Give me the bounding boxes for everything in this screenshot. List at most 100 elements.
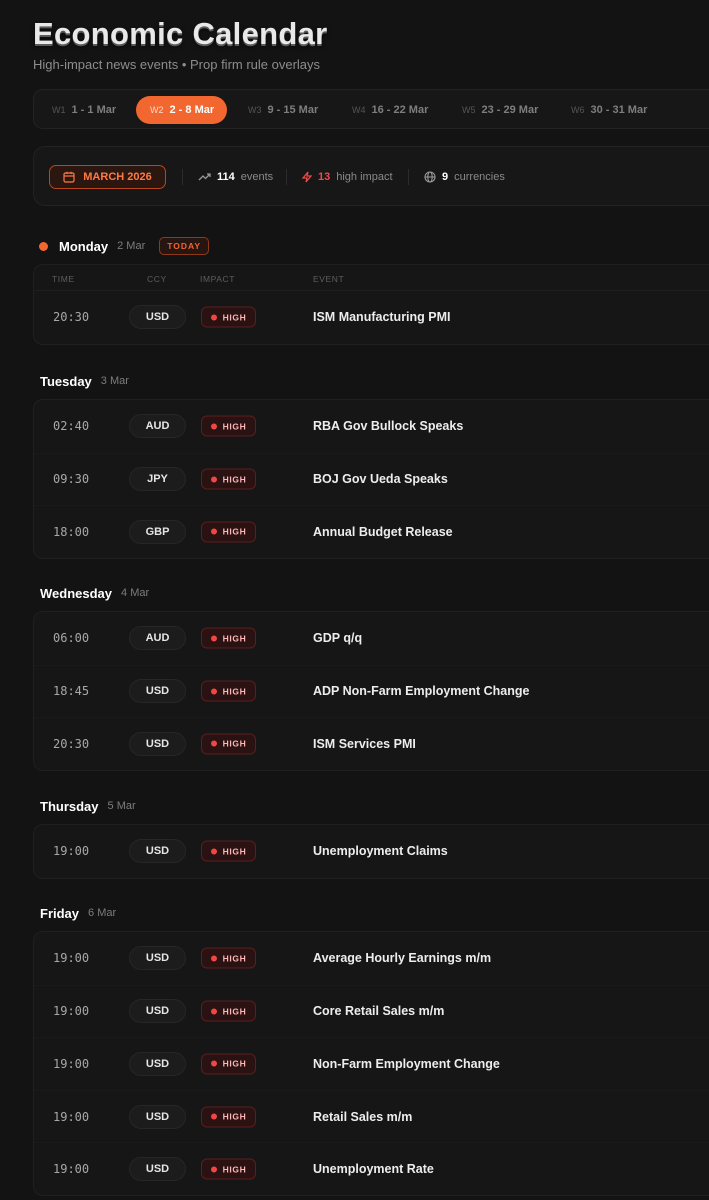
event-time: 19:00 xyxy=(53,1056,90,1071)
week-number: W5 xyxy=(462,105,476,115)
day-header-friday: Friday 6 Mar xyxy=(40,903,116,923)
event-row[interactable]: 18:45 USD HIGH ADP Non-Farm Employment C… xyxy=(34,664,709,718)
event-title: BOJ Gov Ueda Speaks xyxy=(313,472,448,487)
day-name: Monday xyxy=(59,238,109,254)
event-time: 18:00 xyxy=(53,524,90,539)
event-row[interactable]: 06:00 AUD HIGH GDP q/q xyxy=(34,612,709,665)
currency-badge: USD xyxy=(129,305,186,330)
impact-label: HIGH xyxy=(222,1058,247,1069)
impact-label: HIGH xyxy=(222,1006,247,1017)
day-name: Wednesday xyxy=(40,585,113,601)
week-number: W1 xyxy=(52,105,66,115)
events-table-tuesday: 02:40 AUD HIGH RBA Gov Bullock Speaks 09… xyxy=(33,399,709,559)
week-range: 23 - 29 Mar xyxy=(481,104,539,116)
impact-label: HIGH xyxy=(222,953,247,964)
table-header: TIME CCY IMPACT EVENT xyxy=(34,265,709,291)
impact-badge: HIGH xyxy=(201,306,256,328)
events-label: events xyxy=(240,171,274,183)
impact-dot-icon xyxy=(210,314,217,321)
event-title: ISM Manufacturing PMI xyxy=(313,310,451,325)
impact-label: HIGH xyxy=(222,421,247,432)
event-row[interactable]: 19:00 USD HIGH Core Retail Sales m/m xyxy=(34,984,709,1038)
event-row[interactable]: 20:30 USD HIGH ISM Manufacturing PMI xyxy=(34,291,709,344)
week-tab-2[interactable]: W2 2 - 8 Mar xyxy=(136,96,228,124)
impact-dot-icon xyxy=(210,1060,217,1067)
impact-badge: HIGH xyxy=(201,840,256,862)
event-time: 19:00 xyxy=(53,844,90,859)
summary-bar: MARCH 2026 114 events 13 high impact 9 c… xyxy=(33,146,709,206)
impact-label: HIGH xyxy=(222,474,247,485)
day-header-monday: Monday 2 Mar TODAY xyxy=(39,236,210,256)
week-range: 30 - 31 Mar xyxy=(590,104,648,116)
impact-badge: HIGH xyxy=(201,627,256,649)
event-row[interactable]: 19:00 USD HIGH Unemployment Rate xyxy=(34,1142,709,1195)
col-time: TIME xyxy=(52,274,75,284)
event-row[interactable]: 18:00 GBP HIGH Annual Budget Release xyxy=(34,505,709,558)
currency-badge: GBP xyxy=(129,519,186,544)
day-header-wednesday: Wednesday 4 Mar xyxy=(40,583,149,603)
event-row[interactable]: 09:30 JPY HIGH BOJ Gov Ueda Speaks xyxy=(34,452,709,506)
week-tab-3[interactable]: W3 9 - 15 Mar xyxy=(234,96,331,124)
event-time: 19:00 xyxy=(53,1109,90,1124)
event-title: ISM Services PMI xyxy=(313,736,416,751)
currency-badge: USD xyxy=(129,679,186,704)
currency-badge: AUD xyxy=(129,626,186,651)
impact-badge: HIGH xyxy=(201,1053,256,1075)
events-table-monday: TIME CCY IMPACT EVENT 20:30 USD HIGH ISM… xyxy=(33,264,709,345)
event-time: 20:30 xyxy=(53,310,90,325)
month-picker-button[interactable]: MARCH 2026 xyxy=(49,165,166,189)
event-time: 19:00 xyxy=(53,1162,90,1177)
week-tab-1[interactable]: W1 1 - 1 Mar xyxy=(38,96,129,124)
events-table-friday: 19:00 USD HIGH Average Hourly Earnings m… xyxy=(33,931,709,1196)
event-row[interactable]: 20:30 USD HIGH ISM Services PMI xyxy=(34,717,709,770)
events-table-wednesday: 06:00 AUD HIGH GDP q/q 18:45 USD HIGH AD… xyxy=(33,611,709,771)
event-row[interactable]: 19:00 USD HIGH Non-Farm Employment Chang… xyxy=(34,1037,709,1090)
event-row[interactable]: 02:40 AUD HIGH RBA Gov Bullock Speaks xyxy=(34,400,709,453)
week-range: 2 - 8 Mar xyxy=(169,104,215,116)
currencies-count: 9 xyxy=(442,171,449,183)
day-date: 3 Mar xyxy=(100,375,129,387)
day-name: Thursday xyxy=(40,798,99,814)
event-title: ADP Non-Farm Employment Change xyxy=(313,684,530,699)
impact-badge: HIGH xyxy=(201,1158,256,1180)
event-row[interactable]: 19:00 USD HIGH Retail Sales m/m xyxy=(34,1089,709,1143)
impact-badge: HIGH xyxy=(201,1000,256,1022)
events-table-thursday: 19:00 USD HIGH Unemployment Claims xyxy=(33,824,709,879)
events-count: 114 xyxy=(217,171,235,183)
impact-badge: HIGH xyxy=(201,1106,256,1128)
impact-dot-icon xyxy=(210,1008,217,1015)
week-number: W2 xyxy=(150,105,164,115)
impact-label: HIGH xyxy=(222,686,247,697)
impact-badge: HIGH xyxy=(201,733,256,755)
week-tab-6[interactable]: W6 30 - 31 Mar xyxy=(557,96,660,124)
event-title: Annual Budget Release xyxy=(313,524,453,539)
calendar-icon xyxy=(63,171,75,183)
event-title: GDP q/q xyxy=(313,631,363,646)
impact-label: HIGH xyxy=(222,312,247,323)
week-tab-4[interactable]: W4 16 - 22 Mar xyxy=(338,96,441,124)
week-number: W4 xyxy=(352,105,366,115)
currency-badge: USD xyxy=(129,999,186,1024)
week-tab-5[interactable]: W5 23 - 29 Mar xyxy=(448,96,551,124)
currency-badge: USD xyxy=(129,1157,186,1182)
currency-badge: USD xyxy=(129,839,186,864)
impact-badge: HIGH xyxy=(201,680,256,702)
day-date: 2 Mar xyxy=(117,240,146,252)
event-row[interactable]: 19:00 USD HIGH Average Hourly Earnings m… xyxy=(34,932,709,985)
page-title: Economic Calendar xyxy=(33,16,328,51)
impact-label: HIGH xyxy=(222,1111,247,1122)
week-selector: W1 1 - 1 Mar W2 2 - 8 Mar W3 9 - 15 Mar … xyxy=(33,89,709,129)
impact-label: HIGH xyxy=(222,526,247,537)
impact-dot-icon xyxy=(210,1113,217,1120)
impact-badge: HIGH xyxy=(201,415,256,437)
event-title: RBA Gov Bullock Speaks xyxy=(313,419,464,434)
impact-label: HIGH xyxy=(222,1164,247,1175)
high-impact-label: high impact xyxy=(336,171,393,183)
event-title: Core Retail Sales m/m xyxy=(313,1004,445,1019)
page-subtitle: High-impact news events • Prop firm rule… xyxy=(33,57,321,72)
event-row[interactable]: 19:00 USD HIGH Unemployment Claims xyxy=(34,825,709,878)
currencies-stat: 9 currencies xyxy=(424,169,505,185)
day-header-tuesday: Tuesday 3 Mar xyxy=(40,371,129,391)
impact-dot-icon xyxy=(210,423,217,430)
col-ccy: CCY xyxy=(147,274,167,284)
